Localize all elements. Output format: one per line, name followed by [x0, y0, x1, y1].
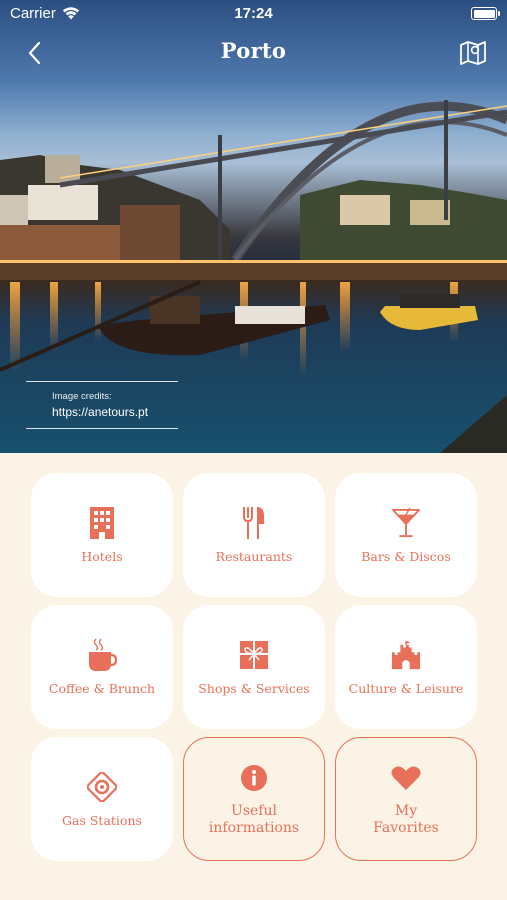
- info-icon: [241, 765, 267, 791]
- battery-icon: [471, 7, 500, 20]
- category-label: Gas Stations: [62, 812, 142, 828]
- category-coffee-brunch-button[interactable]: Coffee & Brunch: [31, 605, 173, 729]
- heart-icon: [391, 766, 421, 790]
- image-credits-label: Image credits:: [52, 391, 112, 402]
- category-label: Useful informations: [208, 803, 300, 836]
- castle-icon: [391, 640, 421, 669]
- hotel-building-icon: [90, 506, 114, 539]
- hero-image: Carrier 17:24 Porto Image credits: https…: [0, 0, 507, 453]
- category-label: Culture & Leisure: [348, 680, 464, 696]
- page-title: Porto: [220, 38, 287, 63]
- gas-station-icon: [87, 771, 117, 802]
- category-gas-stations-button[interactable]: Gas Stations: [31, 737, 173, 861]
- category-restaurants-button[interactable]: Restaurants: [183, 473, 325, 597]
- my-favorites-button[interactable]: My Favorites: [335, 737, 477, 861]
- fork-knife-icon: [243, 506, 264, 539]
- cocktail-glass-icon: [391, 507, 421, 537]
- category-shops-services-button[interactable]: Shops & Services: [183, 605, 325, 729]
- category-label: My Favorites: [373, 803, 439, 836]
- map-icon[interactable]: [459, 40, 487, 66]
- category-bars-discos-button[interactable]: Bars & Discos: [335, 473, 477, 597]
- category-label: Coffee & Brunch: [48, 680, 156, 696]
- useful-informations-button[interactable]: Useful informations: [183, 737, 325, 861]
- category-label: Hotels: [81, 548, 123, 564]
- clock: 17:24: [234, 5, 273, 22]
- category-label: Bars & Discos: [361, 548, 451, 564]
- category-label: Restaurants: [215, 548, 293, 564]
- coffee-cup-icon: [89, 638, 117, 671]
- gift-box-icon: [240, 640, 268, 669]
- image-credits: Image credits: https://anetours.pt: [26, 381, 178, 429]
- category-label: Shops & Services: [198, 680, 310, 696]
- category-hotels-button[interactable]: Hotels: [31, 473, 173, 597]
- category-grid: Hotels Restaurants Bars & Discos Coffee …: [31, 473, 477, 861]
- image-credits-url[interactable]: https://anetours.pt: [52, 405, 148, 419]
- status-bar: Carrier 17:24: [0, 0, 507, 28]
- category-culture-leisure-button[interactable]: Culture & Leisure: [335, 605, 477, 729]
